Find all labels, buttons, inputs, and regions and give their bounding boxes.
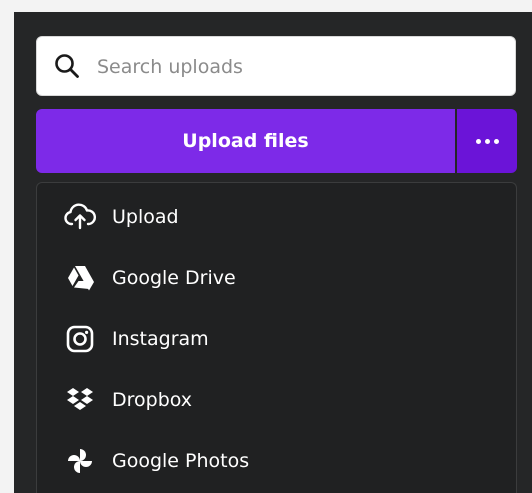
menu-item-upload[interactable]: Upload [37, 188, 516, 246]
upload-button-group: Upload files [36, 109, 517, 173]
search-input[interactable] [97, 49, 487, 85]
menu-item-google-drive[interactable]: Google Drive [37, 249, 516, 307]
menu-item-label: Dropbox [112, 389, 193, 411]
google-photos-icon [63, 444, 97, 478]
search-icon [55, 54, 79, 78]
cloud-upload-icon [63, 200, 97, 234]
google-drive-icon [63, 261, 97, 295]
menu-item-label: Google Drive [112, 267, 236, 289]
dropbox-icon [63, 383, 97, 417]
menu-item-label: Upload [112, 206, 179, 228]
instagram-icon [63, 322, 97, 356]
menu-item-label: Instagram [112, 328, 209, 350]
menu-item-label: Google Photos [112, 450, 250, 472]
more-horizontal-icon [475, 138, 499, 144]
menu-item-dropbox[interactable]: Dropbox [37, 371, 516, 429]
upload-source-menu: Upload Google Drive Instagram Dropbox Go… [36, 182, 517, 493]
upload-files-label: Upload files [182, 130, 309, 152]
search-box[interactable] [36, 36, 516, 96]
menu-item-instagram[interactable]: Instagram [37, 310, 516, 368]
more-options-button[interactable] [457, 109, 517, 173]
upload-files-button[interactable]: Upload files [36, 109, 455, 173]
menu-item-google-photos[interactable]: Google Photos [37, 432, 516, 490]
